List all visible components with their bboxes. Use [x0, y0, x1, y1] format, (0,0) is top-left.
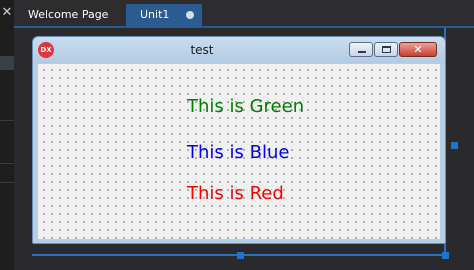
- document-tab-bar: Welcome Page Unit1: [14, 0, 474, 26]
- resize-handle-right[interactable]: [451, 142, 458, 149]
- maximize-icon: [382, 46, 391, 53]
- panel-divider: [0, 182, 14, 183]
- tab-label: Unit1: [140, 8, 170, 21]
- form-window[interactable]: DX test ✕ This is Green This is Blue Thi…: [32, 36, 446, 244]
- tab-unit1[interactable]: Unit1: [126, 4, 202, 26]
- label-green[interactable]: This is Green: [187, 96, 304, 117]
- panel-divider: [0, 120, 14, 121]
- form-title: test: [190, 43, 214, 57]
- panel-selection[interactable]: [0, 56, 14, 70]
- resize-handle-bottom[interactable]: [237, 252, 244, 259]
- close-icon: ✕: [413, 43, 423, 56]
- label-blue[interactable]: This is Blue: [187, 142, 289, 163]
- resize-handle-corner[interactable]: [442, 252, 449, 259]
- form-client-area[interactable]: This is Green This is Blue This is Red: [38, 64, 440, 239]
- panel-divider: [0, 163, 14, 164]
- minimize-icon: [358, 51, 366, 53]
- maximize-button[interactable]: [374, 42, 398, 57]
- form-titlebar[interactable]: DX test ✕: [33, 37, 445, 63]
- close-button[interactable]: ✕: [399, 42, 437, 57]
- minimize-button[interactable]: [349, 42, 373, 57]
- tab-label: Welcome Page: [28, 8, 109, 21]
- label-red[interactable]: This is Red: [187, 183, 284, 204]
- left-panel-strip: ✕: [0, 0, 14, 270]
- close-panel-icon[interactable]: ✕: [0, 6, 14, 20]
- modified-dot-icon[interactable]: [186, 11, 194, 19]
- tab-welcome-page[interactable]: Welcome Page: [14, 4, 126, 26]
